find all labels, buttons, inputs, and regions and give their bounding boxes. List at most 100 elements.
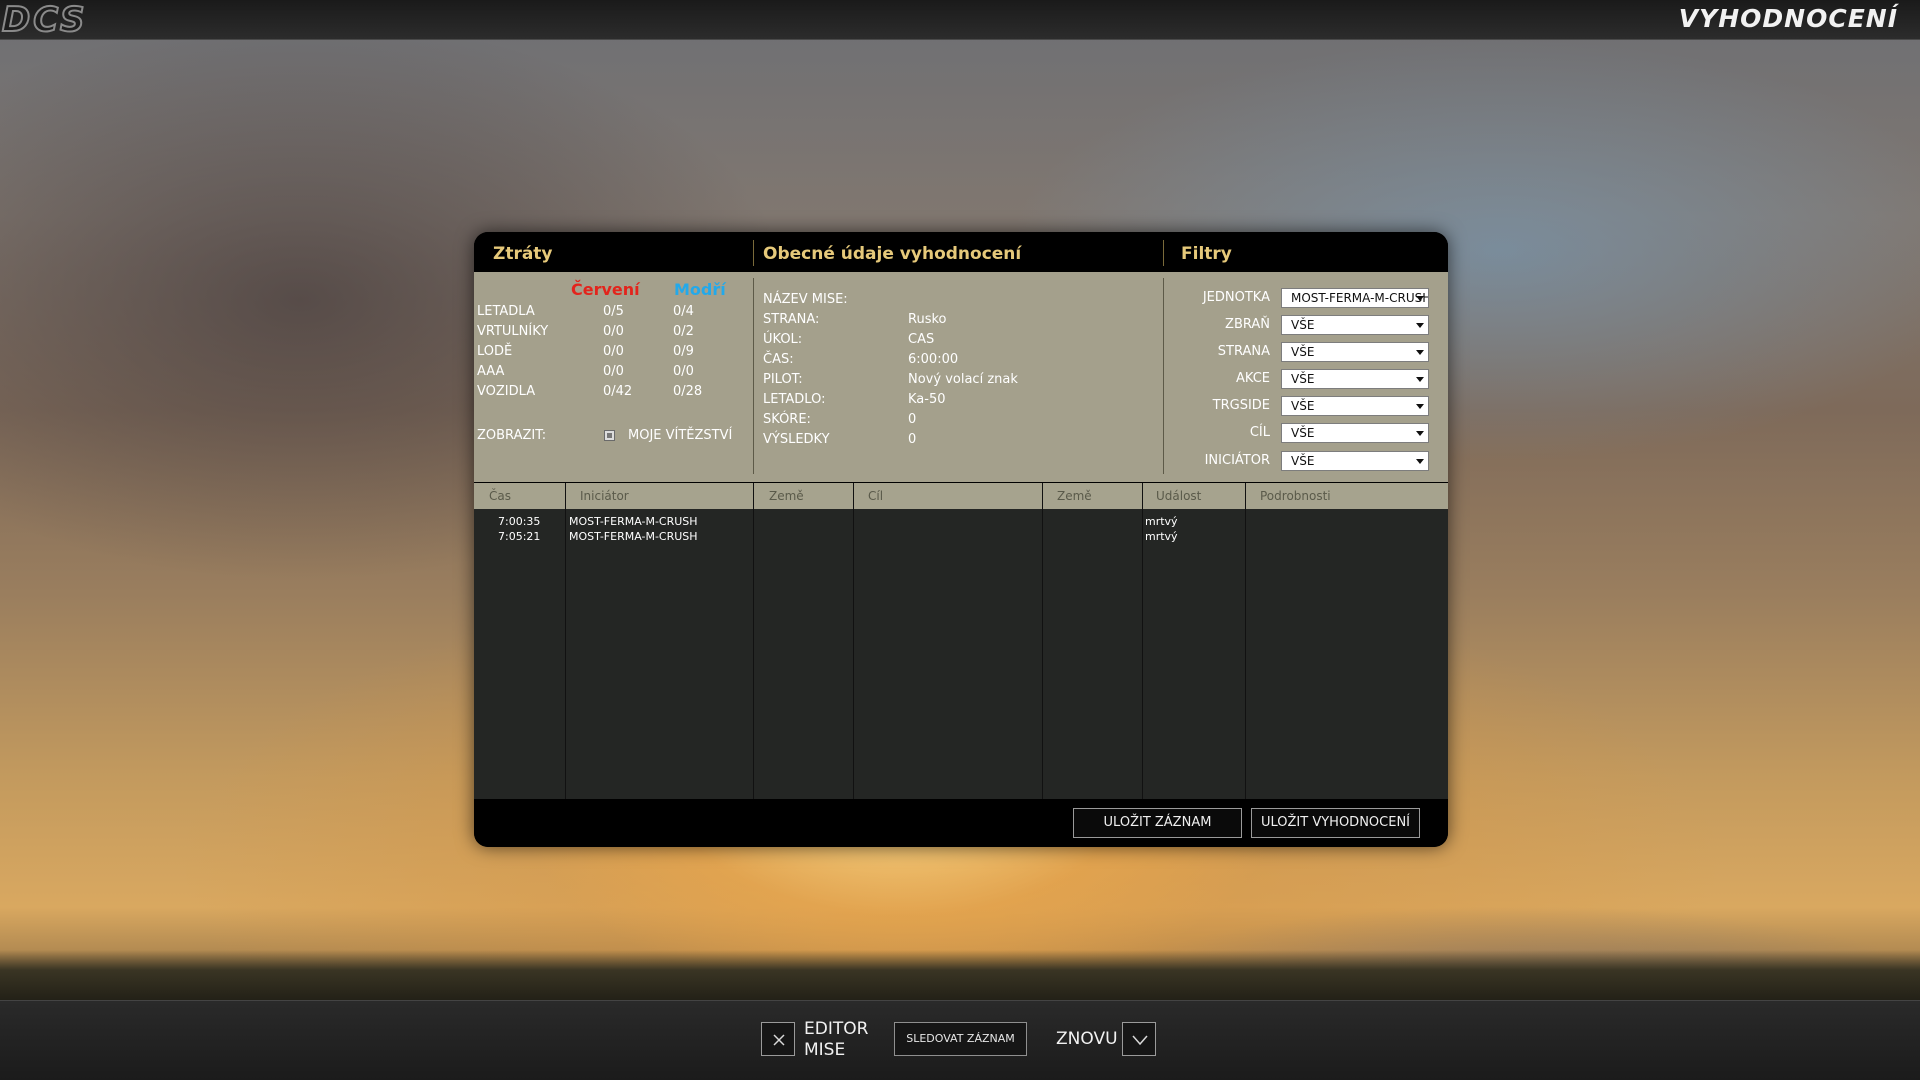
cell-initiator: MOST-FERMA-M-CRUSH	[569, 530, 698, 543]
column-divider	[1142, 483, 1143, 799]
red-side-heading: Červení	[571, 280, 640, 299]
pilot-label: PILOT:	[763, 372, 803, 387]
loss-row-label: AAA	[477, 364, 505, 379]
dropdown-arrow-icon	[1416, 459, 1424, 464]
filter-side-value: VŠE	[1291, 345, 1315, 359]
dropdown-arrow-icon	[1416, 377, 1424, 382]
loss-row-blue: 0/28	[673, 384, 703, 399]
filter-action-value: VŠE	[1291, 372, 1315, 386]
aircraft-value: Ka-50	[908, 392, 946, 407]
filter-unit-value: MOST-FERMA-M-CRUSH	[1291, 291, 1429, 305]
filter-initiator-select[interactable]: VŠE	[1281, 451, 1429, 471]
column-header-time[interactable]: Čas	[489, 483, 511, 509]
top-bar: DCS VYHODNOCENÍ	[0, 0, 1920, 41]
page-title: VYHODNOCENÍ	[1678, 4, 1898, 33]
mission-name-label: NÁZEV MISE:	[763, 292, 848, 307]
debriefing-panel: Ztráty Obecné údaje vyhodnocení Filtry Č…	[474, 232, 1448, 847]
score-value: 0	[908, 412, 917, 427]
task-value: CAS	[908, 332, 935, 347]
task-label: ÚKOL:	[763, 332, 803, 347]
fly-again-label[interactable]: ZNOVU	[1056, 1029, 1118, 1049]
events-table-header: Čas Iniciátor Země Cíl Země Událost Podr…	[474, 483, 1448, 509]
header-divider	[1163, 240, 1164, 266]
watch-track-button[interactable]: SLEDOVAT ZÁZNAM	[894, 1022, 1027, 1056]
column-divider	[1042, 483, 1043, 799]
filters-heading: Filtry	[1181, 244, 1232, 264]
score-label: SKÓRE:	[763, 412, 811, 427]
filter-target-value: VŠE	[1291, 426, 1315, 440]
side-value: Rusko	[908, 312, 947, 327]
fly-again-button[interactable]	[1122, 1022, 1156, 1056]
dcs-logo: DCS	[1, 0, 88, 41]
column-header-target[interactable]: Cíl	[868, 483, 883, 509]
chevron-down-icon	[1132, 1035, 1148, 1046]
my-victories-checkbox[interactable]	[604, 430, 615, 441]
loss-row-blue: 0/9	[673, 344, 694, 359]
loss-row-blue: 0/4	[673, 304, 694, 319]
filter-side-select[interactable]: VŠE	[1281, 342, 1429, 362]
cell-time: 7:00:35	[498, 515, 541, 528]
mission-editor-button[interactable]	[761, 1022, 795, 1056]
loss-row-red: 0/0	[603, 364, 624, 379]
column-header-details[interactable]: Podrobnosti	[1260, 483, 1331, 509]
results-label: VÝSLEDKY	[763, 432, 830, 447]
loss-row-label: LODĚ	[477, 344, 513, 359]
general-heading: Obecné údaje vyhodnocení	[763, 244, 1022, 264]
events-table-body: 7:00:35 MOST-FERMA-M-CRUSH mrtvý 7:05:21…	[474, 509, 1448, 799]
column-header-target-country[interactable]: Země	[1057, 483, 1092, 509]
loss-row-red: 0/0	[603, 324, 624, 339]
save-debrief-button[interactable]: ULOŽIT VYHODNOCENÍ	[1251, 808, 1420, 838]
filter-weapon-label: ZBRAŇ	[1225, 317, 1270, 332]
filter-weapon-select[interactable]: VŠE	[1281, 315, 1429, 335]
filter-unit-select[interactable]: MOST-FERMA-M-CRUSH	[1281, 288, 1429, 308]
column-divider	[1245, 483, 1246, 799]
filter-side-label: STRANA	[1217, 344, 1270, 359]
losses-heading: Ztráty	[493, 244, 553, 264]
loss-row-red: 0/42	[603, 384, 633, 399]
filter-trgside-label: TRGSIDE	[1212, 398, 1270, 413]
filter-initiator-label: INICIÁTOR	[1204, 453, 1270, 468]
dropdown-arrow-icon	[1416, 350, 1424, 355]
column-divider	[853, 483, 854, 799]
time-label: ČAS:	[763, 352, 794, 367]
bottom-bar: EDITOR MISE SLEDOVAT ZÁZNAM ZNOVU	[0, 1000, 1920, 1080]
loss-row-blue: 0/0	[673, 364, 694, 379]
loss-row-red: 0/0	[603, 344, 624, 359]
section-divider	[753, 278, 754, 474]
aircraft-label: LETADLO:	[763, 392, 826, 407]
cell-time: 7:05:21	[498, 530, 541, 543]
filter-action-label: AKCE	[1236, 371, 1270, 386]
column-header-initiator[interactable]: Iniciátor	[580, 483, 629, 509]
filter-trgside-value: VŠE	[1291, 399, 1315, 413]
column-header-country[interactable]: Země	[769, 483, 804, 509]
column-divider	[753, 483, 754, 799]
filter-action-select[interactable]: VŠE	[1281, 369, 1429, 389]
dropdown-arrow-icon	[1416, 323, 1424, 328]
panel-footer: ULOŽIT ZÁZNAM ULOŽIT VYHODNOCENÍ	[474, 799, 1448, 847]
loss-row-label: VRTULNÍKY	[477, 324, 549, 339]
header-divider	[753, 240, 754, 266]
show-label: ZOBRAZIT:	[477, 428, 547, 443]
filter-target-label: CÍL	[1249, 425, 1270, 440]
background-ground	[0, 950, 1920, 1000]
dropdown-arrow-icon	[1416, 296, 1424, 301]
cell-event: mrtvý	[1145, 515, 1178, 528]
loss-row-label: LETADLA	[477, 304, 535, 319]
my-victories-label[interactable]: MOJE VÍTĚZSTVÍ	[628, 428, 732, 443]
time-value: 6:00:00	[908, 352, 959, 367]
filter-trgside-select[interactable]: VŠE	[1281, 396, 1429, 416]
filter-weapon-value: VŠE	[1291, 318, 1315, 332]
column-header-event[interactable]: Událost	[1156, 483, 1201, 509]
dropdown-arrow-icon	[1416, 431, 1424, 436]
save-track-button[interactable]: ULOŽIT ZÁZNAM	[1073, 808, 1242, 838]
loss-row-blue: 0/2	[673, 324, 694, 339]
blue-side-heading: Modří	[674, 280, 726, 299]
mission-editor-label-2[interactable]: MISE	[804, 1040, 845, 1060]
cell-event: mrtvý	[1145, 530, 1178, 543]
filter-target-select[interactable]: VŠE	[1281, 423, 1429, 443]
filter-initiator-value: VŠE	[1291, 454, 1315, 468]
loss-row-red: 0/5	[603, 304, 624, 319]
results-value: 0	[908, 432, 917, 447]
mission-editor-label-1[interactable]: EDITOR	[804, 1019, 868, 1039]
filter-unit-label: JEDNOTKA	[1202, 290, 1270, 305]
